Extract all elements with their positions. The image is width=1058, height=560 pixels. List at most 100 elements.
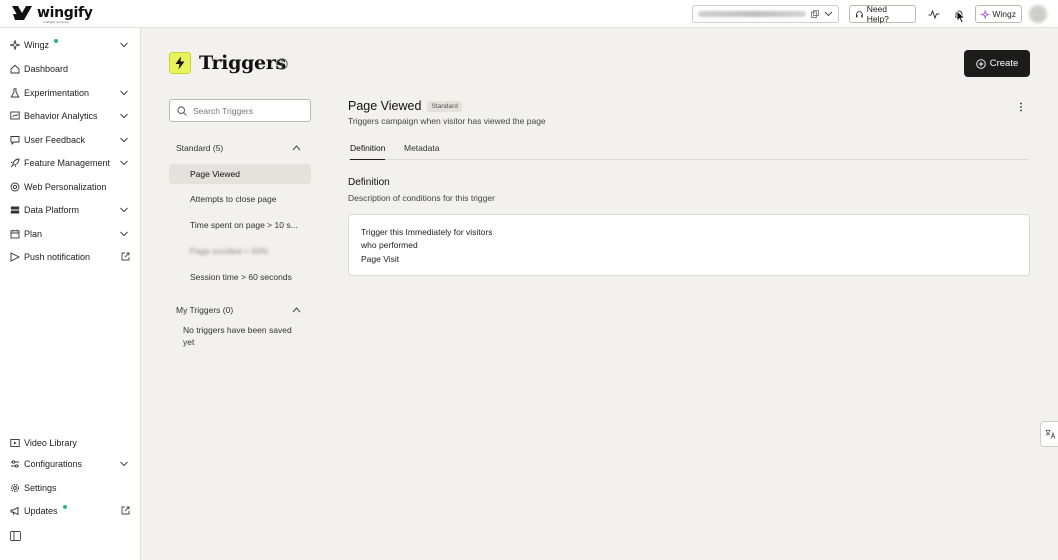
sidebar-item-label: Wingz — [24, 40, 50, 50]
chevron-down-icon — [120, 137, 128, 143]
sidebar-item-user-feedback[interactable]: User Feedback — [0, 131, 140, 149]
create-button[interactable]: Create — [964, 50, 1030, 77]
standard-badge: Standard — [427, 100, 462, 112]
user-avatar[interactable] — [1029, 5, 1047, 23]
sidebar-item-settings[interactable]: Settings — [0, 479, 140, 497]
sparkle-icon — [10, 40, 20, 50]
sidebar-item-label: Plan — [24, 229, 43, 239]
chevron-down-icon — [120, 90, 128, 96]
sidebar-item-label: Behavior Analytics — [24, 111, 98, 121]
standard-group-header[interactable]: Standard (5) — [169, 141, 311, 155]
trigger-item-time-spent[interactable]: Time spent on page > 10 s... — [169, 215, 311, 235]
sidebar-item-dashboard[interactable]: Dashboard — [0, 60, 140, 78]
chevron-down-icon — [120, 160, 128, 166]
push-icon — [10, 252, 20, 262]
my-triggers-group-header[interactable]: My Triggers (0) — [169, 303, 311, 317]
flask-icon — [10, 88, 20, 98]
status-dot — [54, 39, 59, 43]
search-triggers[interactable] — [169, 99, 311, 122]
sidebar-item-video-library[interactable]: Video Library — [0, 434, 140, 452]
sidebar-item-label: Dashboard — [24, 64, 69, 74]
wingz-button[interactable]: Wingz — [975, 5, 1022, 23]
standard-group-label: Standard (5) — [176, 143, 224, 153]
condition-line: who performed — [361, 240, 418, 250]
analytics-icon — [10, 111, 20, 121]
search-input[interactable] — [193, 105, 303, 116]
sidebar-item-label: Experimentation — [24, 88, 90, 98]
detail-header: Page Viewed Standard — [348, 99, 462, 113]
sidebar-item-configurations[interactable]: Configurations — [0, 455, 140, 473]
sidebar-item-wingz[interactable]: Wingz — [0, 36, 140, 54]
trigger-item-session-time[interactable]: Session time > 60 seconds — [169, 267, 311, 287]
sidebar-item-push-notification[interactable]: Push notification — [0, 248, 140, 266]
chevron-up-icon — [292, 307, 301, 313]
page-title: Triggers — [199, 52, 286, 74]
translate-icon — [1045, 429, 1055, 439]
database-icon — [10, 205, 20, 215]
info-icon[interactable] — [276, 58, 288, 70]
activity-icon[interactable] — [927, 7, 941, 21]
external-link-icon — [121, 506, 130, 515]
sidebar-item-web-personalization[interactable]: Web Personalization — [0, 178, 140, 196]
gear-icon — [10, 483, 20, 493]
trigger-label: Page Viewed — [190, 169, 240, 179]
target-icon — [10, 182, 20, 192]
my-triggers-label: My Triggers (0) — [176, 305, 234, 315]
tab-metadata[interactable]: Metadata — [404, 143, 439, 160]
chevron-down-icon — [120, 42, 128, 48]
search-icon — [177, 105, 187, 116]
translate-tab[interactable] — [1040, 421, 1058, 447]
wingz-label: Wingz — [992, 9, 1016, 19]
sidebar-item-label: Settings — [24, 483, 57, 493]
brand-logo[interactable]: wingify a Wingify Company — [11, 4, 93, 24]
copy-icon[interactable] — [811, 10, 820, 18]
sidebar-item-label: Video Library — [24, 438, 77, 448]
create-label: Create — [989, 58, 1019, 69]
more-options-icon[interactable] — [1016, 101, 1026, 113]
chevron-up-icon — [292, 145, 301, 151]
calendar-icon — [10, 229, 20, 239]
need-help-button[interactable]: Need Help? — [849, 4, 916, 24]
chevron-down-icon — [824, 11, 833, 17]
chevron-down-icon — [120, 207, 128, 213]
trigger-item-attempts-close[interactable]: Attempts to close page — [169, 189, 311, 209]
mouse-cursor-icon — [956, 10, 966, 24]
chevron-down-icon — [120, 461, 128, 467]
sidebar-item-label: Web Personalization — [24, 182, 107, 192]
tab-definition[interactable]: Definition — [350, 143, 386, 160]
sidebar-item-label: User Feedback — [24, 135, 86, 145]
sidebar-item-label: Feature Management — [24, 158, 111, 168]
sidebar-item-label: Push notification — [24, 252, 91, 262]
tab-metadata-label: Metadata — [404, 143, 440, 153]
top-bar: wingify a Wingify Company Need Help? Win… — [0, 0, 1058, 28]
detail-subtitle: Triggers campaign when visitor has viewe… — [348, 116, 546, 126]
section-subtitle: Description of conditions for this trigg… — [348, 193, 495, 203]
trigger-label: Page scrolled > 50% — [190, 246, 269, 256]
plus-circle-icon — [975, 58, 986, 69]
sidebar-item-label: Data Platform — [24, 205, 80, 215]
condition-line: Page Visit — [361, 254, 400, 264]
sidebar-item-behavior-analytics[interactable]: Behavior Analytics — [0, 107, 140, 125]
workspace-select[interactable] — [692, 5, 839, 23]
sidebar-item-feature-management[interactable]: Feature Management — [0, 154, 140, 172]
detail-tabs: Definition Metadata — [348, 140, 1029, 160]
chevron-down-icon — [120, 113, 128, 119]
sidebar-item-updates[interactable]: Updates — [0, 502, 140, 520]
detail-title: Page Viewed — [348, 99, 422, 113]
sidebar-item-data-platform[interactable]: Data Platform — [0, 201, 140, 219]
video-icon — [10, 438, 20, 448]
status-dot — [62, 505, 67, 509]
condition-line: Trigger this Immediately for visitors — [361, 227, 493, 237]
trigger-item-page-scrolled[interactable]: Page scrolled > 50% — [169, 241, 311, 261]
chat-icon — [10, 135, 20, 145]
condition-card: Trigger this Immediately for visitors wh… — [348, 214, 1030, 276]
trigger-item-page-viewed[interactable]: Page Viewed — [169, 164, 311, 184]
sparkle-icon — [981, 9, 990, 19]
sidebar-item-experimentation[interactable]: Experimentation — [0, 84, 140, 102]
sidebar-item-label: Configurations — [24, 459, 83, 469]
trigger-label: Time spent on page > 10 s... — [190, 220, 298, 230]
sidebar-item-plan[interactable]: Plan — [0, 225, 140, 243]
collapse-sidebar-icon[interactable] — [10, 531, 21, 541]
external-link-icon — [121, 252, 130, 261]
logo-icon — [12, 6, 32, 20]
